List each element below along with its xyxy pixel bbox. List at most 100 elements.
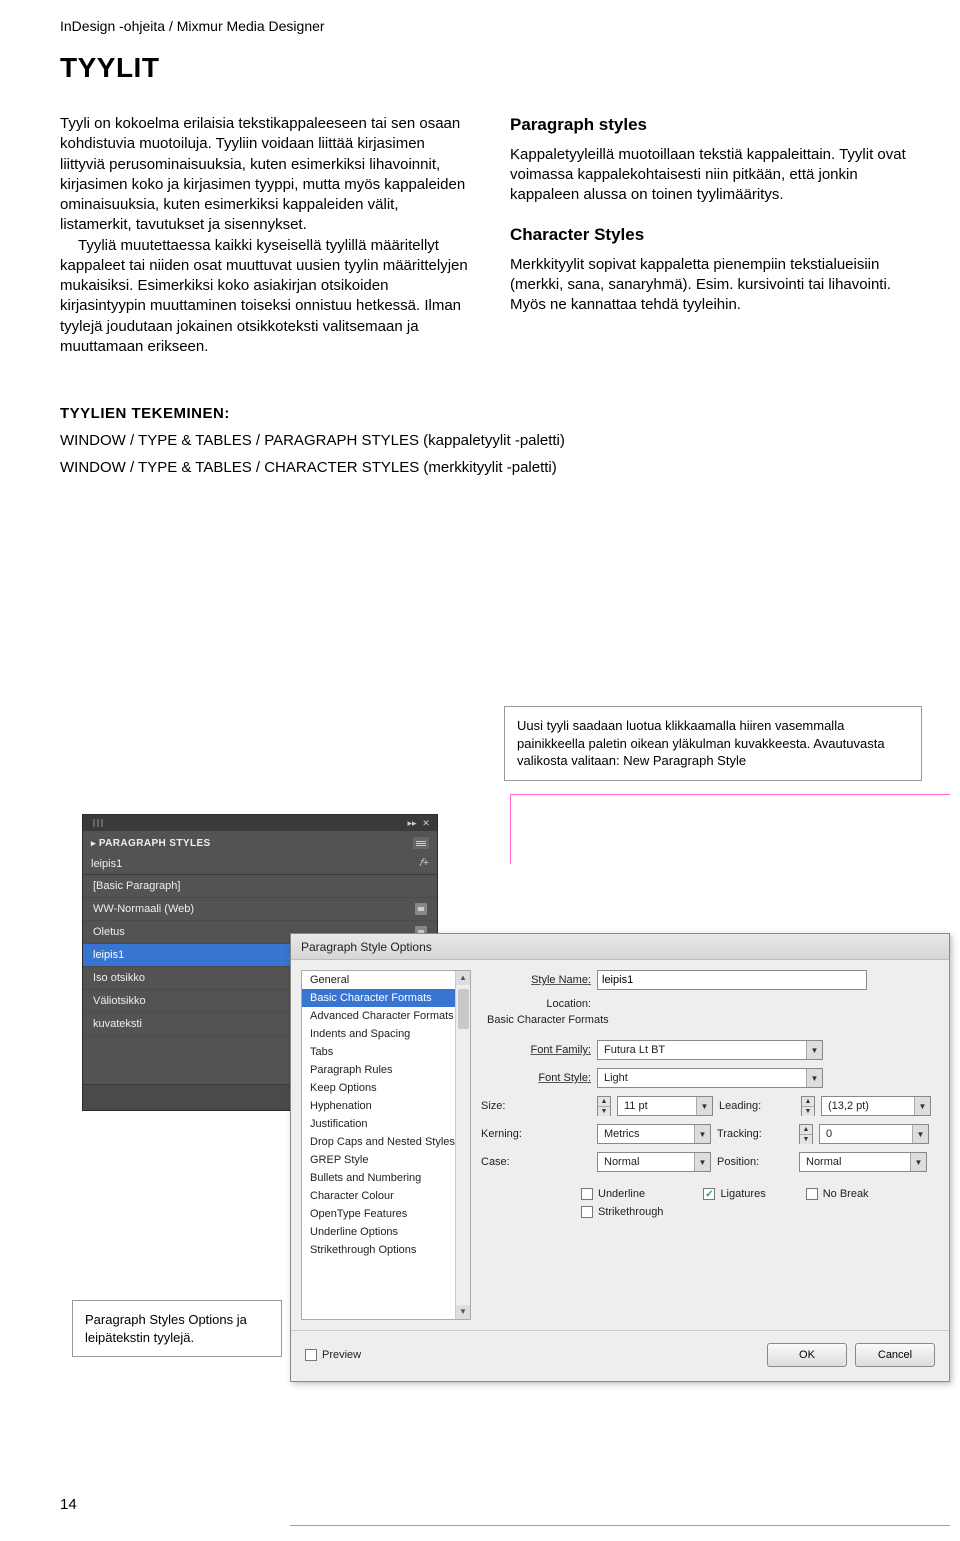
position-value: Normal [800,1156,847,1168]
guide-line [510,794,950,795]
ligatures-checkbox[interactable]: ✓Ligatures [703,1188,765,1200]
tracking-stepper[interactable]: ▲▼ [799,1124,813,1144]
dialog-titlebar[interactable]: Paragraph Style Options [291,934,949,960]
current-style-label: leipis1 [91,858,122,870]
scroll-down-icon[interactable]: ▼ [456,1305,470,1319]
leading-label: Leading: [719,1100,795,1112]
chevron-down-icon[interactable]: ▼ [806,1041,822,1059]
position-combo[interactable]: Normal ▼ [799,1152,927,1172]
category-item[interactable]: Tabs [302,1043,470,1061]
chevron-down-icon[interactable]: ▼ [914,1097,930,1115]
imported-style-icon [415,903,427,915]
style-name-input[interactable] [597,970,867,990]
leading-combo[interactable]: (13,2 pt) ▼ [821,1096,931,1116]
callout-new-style: Uusi tyyli saadaan luotua klikkaamalla h… [504,706,922,781]
category-item[interactable]: Character Colour [302,1187,470,1205]
current-style-row: leipis1 𝑓+ [83,853,437,875]
preview-checkbox[interactable]: Preview [305,1349,361,1361]
category-item[interactable]: Drop Caps and Nested Styles [302,1133,470,1151]
page-title: TYYLIT [60,52,920,84]
dialog-title: Paragraph Style Options [301,940,432,954]
panel-menu-icon[interactable] [413,837,429,849]
strikethrough-checkbox[interactable]: Strikethrough [581,1206,663,1218]
category-item[interactable]: Advanced Character Formats [302,1007,470,1025]
character-styles-text: Merkkityylit sopivat kappaletta pienempi… [510,255,920,316]
style-item-label: WW-Normaali (Web) [93,903,194,915]
category-item[interactable]: GREP Style [302,1151,470,1169]
kerning-value: Metrics [598,1128,645,1140]
font-style-combo[interactable]: Light ▼ [597,1068,823,1088]
category-item[interactable]: Hyphenation [302,1097,470,1115]
scroll-up-icon[interactable]: ▲ [456,971,470,985]
chevron-down-icon[interactable]: ▼ [912,1125,928,1143]
chevron-down-icon[interactable]: ▼ [694,1153,710,1171]
chevron-down-icon[interactable]: ▼ [910,1153,926,1171]
page-number: 14 [60,1496,77,1513]
category-item[interactable]: Keep Options [302,1079,470,1097]
font-family-value: Futura Lt BT [598,1044,671,1056]
category-item[interactable]: Strikethrough Options [302,1241,470,1259]
scrollbar[interactable]: ▲ ▼ [455,971,470,1319]
font-style-value: Light [598,1072,634,1084]
paragraph-style-options-dialog: Paragraph Style Options GeneralBasic Cha… [290,933,950,1382]
chevron-down-icon[interactable]: ▼ [696,1097,712,1115]
style-item-label: [Basic Paragraph] [93,880,180,892]
section-title: Basic Character Formats [487,1014,933,1026]
panel-tab[interactable]: PARAGRAPH STYLES [83,831,437,853]
heading-paragraph-styles: Paragraph styles [510,114,920,137]
panel-titlebar[interactable]: ▸▸ ✕ [83,815,437,831]
size-stepper[interactable]: ▲▼ [597,1096,611,1116]
tracking-value: 0 [820,1128,838,1140]
category-item[interactable]: Bullets and Numbering [302,1169,470,1187]
category-item[interactable]: Underline Options [302,1223,470,1241]
category-item[interactable]: Paragraph Rules [302,1061,470,1079]
intro-p1: Tyyli on kokoelma erilaisia tekstikappal… [60,114,470,236]
case-value: Normal [598,1156,645,1168]
intro-columns: Tyyli on kokoelma erilaisia tekstikappal… [60,114,920,357]
category-item[interactable]: Indents and Spacing [302,1025,470,1043]
tracking-label: Tracking: [717,1128,793,1140]
heading-character-styles: Character Styles [510,224,920,247]
paragraph-styles-text: Kappaletyyleillä muotoillaan tekstiä kap… [510,145,920,206]
scroll-thumb[interactable] [458,989,469,1029]
category-item[interactable]: Justification [302,1115,470,1133]
size-label: Size: [481,1100,591,1112]
doc-header: InDesign -ohjeita / Mixmur Media Designe… [60,18,920,34]
category-item[interactable]: General [302,971,470,989]
subheading-tyylien: TYYLIEN TEKEMINEN: [60,405,920,422]
ok-button[interactable]: OK [767,1343,847,1367]
guide-line [290,1525,950,1526]
style-item-label: kuvateksti [93,1018,142,1030]
cancel-button[interactable]: Cancel [855,1343,935,1367]
category-list[interactable]: GeneralBasic Character FormatsAdvanced C… [301,970,471,1320]
close-icon[interactable]: ✕ [419,818,433,829]
size-value: 11 pt [618,1100,654,1112]
style-item-label: Väliotsikko [93,995,146,1007]
leading-stepper[interactable]: ▲▼ [801,1096,815,1116]
options-form: Style Name: Location: Basic Character Fo… [481,970,939,1320]
guide-line [510,794,511,864]
chevron-down-icon[interactable]: ▼ [694,1125,710,1143]
kerning-combo[interactable]: Metrics ▼ [597,1124,711,1144]
chevron-down-icon[interactable]: ▼ [806,1069,822,1087]
position-label: Position: [717,1156,793,1168]
kerning-label: Kerning: [481,1128,591,1140]
font-family-combo[interactable]: Futura Lt BT ▼ [597,1040,823,1060]
size-combo[interactable]: 11 pt ▼ [617,1096,713,1116]
style-list-item[interactable]: [Basic Paragraph] [83,875,437,898]
case-combo[interactable]: Normal ▼ [597,1152,711,1172]
menu-path-1: WINDOW / TYPE & TABLES / PARAGRAPH STYLE… [60,432,920,449]
category-item[interactable]: Basic Character Formats [302,989,470,1007]
category-item[interactable]: OpenType Features [302,1205,470,1223]
tracking-combo[interactable]: 0 ▼ [819,1124,929,1144]
override-icon[interactable]: 𝑓+ [419,857,429,870]
intro-p2: Tyyliä muutettaessa kaikki kyseisellä ty… [60,236,470,358]
panel-tab-label: PARAGRAPH STYLES [91,838,211,849]
style-list-item[interactable]: WW-Normaali (Web) [83,898,437,921]
font-family-label: Font Family: [481,1044,591,1056]
underline-checkbox[interactable]: Underline [581,1188,663,1200]
no-break-checkbox[interactable]: No Break [806,1188,869,1200]
style-item-label: Iso otsikko [93,972,145,984]
style-item-label: leipis1 [93,949,124,961]
collapse-icon[interactable]: ▸▸ [405,818,419,829]
